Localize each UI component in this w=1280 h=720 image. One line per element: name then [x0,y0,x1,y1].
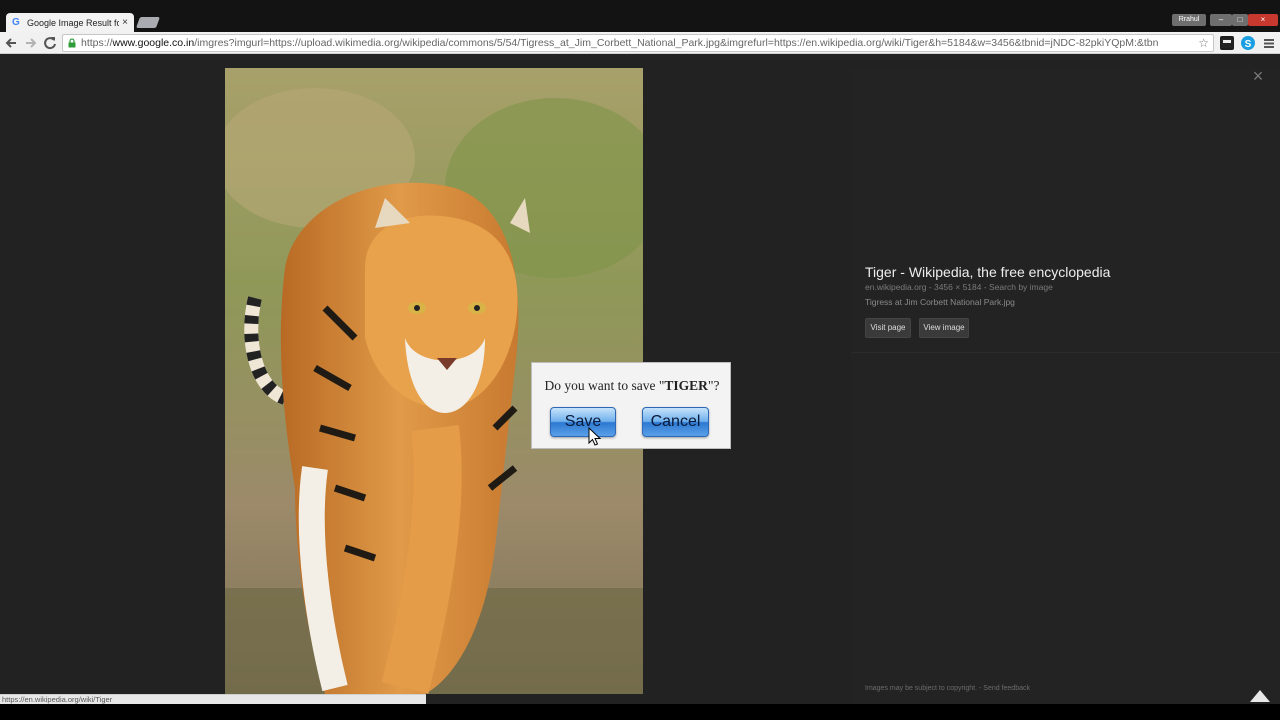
question-prefix: Do you want to save " [544,378,665,393]
save-dialog: Do you want to save "TIGER"? Save Cancel [531,362,731,449]
svg-text:S: S [1245,39,1252,50]
extension-icon[interactable] [1220,36,1234,50]
tab-title: Google Image Result for h [27,17,120,28]
question-name: TIGER [664,378,708,393]
close-window-button[interactable]: × [1248,14,1278,26]
copyright-feedback-note[interactable]: Images may be subject to copyright. - Se… [865,685,1030,692]
visit-page-button[interactable]: Visit page [865,318,911,338]
result-title-link[interactable]: Tiger - Wikipedia, the free encyclopedia [865,264,1110,280]
url-scheme: https:// [81,37,113,49]
url-path: /imgres?imgurl=https://upload.wikimedia.… [194,37,1159,49]
question-suffix: "? [707,378,720,393]
bookmark-star-icon[interactable]: ☆ [1198,36,1209,50]
reload-icon[interactable] [42,35,58,51]
tab-google-image-result[interactable]: G Google Image Result for h × [6,13,134,32]
lock-icon [67,38,77,48]
tab-close-icon[interactable]: × [122,17,128,28]
google-favicon-icon: G [12,17,20,28]
forward-arrow-icon[interactable] [23,35,39,51]
result-meta: en.wikipedia.org - 3456 × 5184 - Search … [865,282,1053,292]
profile-user-button[interactable]: Rrahul [1172,14,1206,26]
browser-window: G Google Image Result for h × Rrahul – □… [0,0,1280,720]
cancel-button[interactable]: Cancel [642,407,709,437]
address-bar[interactable]: https://www.google.co.in/imgres?imgurl=h… [62,34,1214,52]
back-arrow-icon[interactable] [3,35,19,51]
new-tab-button[interactable] [135,17,161,28]
panel-divider [851,352,1280,353]
hamburger-menu-icon[interactable] [1262,36,1276,50]
status-bar-url: https://en.wikipedia.org/wiki/Tiger [0,694,426,704]
view-image-button[interactable]: View image [919,318,969,338]
skype-icon[interactable]: S [1241,36,1255,50]
title-bar: G Google Image Result for h × Rrahul – □… [0,0,1280,32]
result-caption: Tigress at Jim Corbett National Park.jpg [865,297,1015,307]
close-viewer-icon[interactable]: × [1250,67,1266,85]
dialog-question: Do you want to save "TIGER"? [532,378,732,394]
minimize-button[interactable]: – [1210,14,1232,26]
browser-toolbar: https://www.google.co.in/imgres?imgurl=h… [0,32,1280,54]
maximize-button[interactable]: □ [1232,14,1248,26]
bottom-letterbox [0,704,1280,720]
scroll-up-arrow-icon[interactable] [1250,690,1270,702]
address-url: https://www.google.co.in/imgres?imgurl=h… [81,37,1158,49]
url-host: www.google.co.in [112,37,195,49]
save-button[interactable]: Save [550,407,616,437]
result-info-panel: Tiger - Wikipedia, the free encyclopedia… [851,68,1280,704]
